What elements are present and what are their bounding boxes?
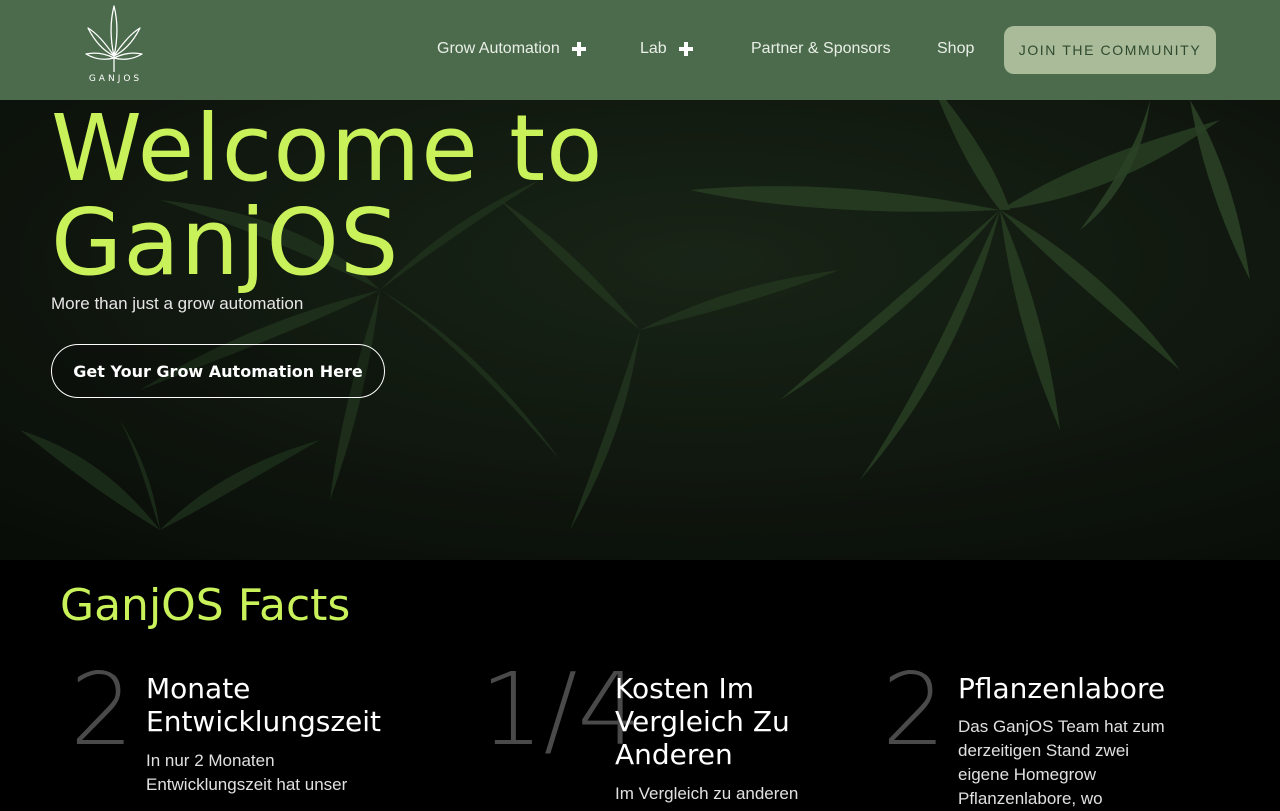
fact-text-line: eigene Homegrow [958, 765, 1096, 784]
fact-number: 2 [882, 651, 946, 768]
logo-wordmark: GANJOS [88, 74, 143, 84]
plus-icon[interactable] [571, 42, 586, 56]
hero-title: Welcome to GanjOS [51, 102, 603, 290]
hero-title-line2: GanjOS [51, 189, 400, 296]
fact-heading-line: Monate [146, 672, 251, 705]
join-community-button[interactable]: JOIN THE COMMUNITY [1004, 26, 1216, 74]
fact-text: Das GanjOS Team hat zum derzeitigen Stan… [958, 715, 1165, 811]
fact-heading: Pflanzenlabore [958, 672, 1165, 705]
fact-text-line: In nur 2 Monaten [146, 751, 275, 770]
nav-label: Grow Automation [437, 40, 560, 57]
fact-text-line: derzeitigen Stand zwei [958, 741, 1130, 760]
fact-heading-line: Vergleich Zu [615, 705, 790, 738]
cannabis-leaf-icon [85, 5, 143, 72]
fact-text-line: Pflanzenlabore, wo [958, 789, 1103, 808]
nav-item-shop[interactable]: Shop [937, 38, 974, 60]
fact-heading-line: Pflanzenlabore [958, 672, 1166, 705]
fact-heading: Kosten Im Vergleich Zu Anderen [615, 672, 790, 771]
nav-label: Partner & Sponsors [751, 40, 891, 57]
nav-label: Lab [640, 40, 667, 57]
site-header: GANJOS Grow Automation Lab Partner & Spo… [0, 0, 1280, 100]
fact-text: Im Vergleich zu anderen [615, 782, 798, 806]
fact-text: In nur 2 Monaten Entwicklungszeit hat un… [146, 749, 347, 797]
fact-text-line: Im Vergleich zu anderen [615, 784, 799, 803]
fact-heading-line: Kosten Im [615, 672, 755, 705]
hero-title-line1: Welcome to [51, 100, 604, 202]
nav-label: Shop [937, 40, 975, 57]
fact-heading-line: Entwicklungszeit [146, 705, 382, 738]
facts-section-title: GanjOS Facts [60, 580, 351, 631]
fact-number: 2 [70, 651, 134, 768]
get-grow-automation-button[interactable]: Get Your Grow Automation Here [51, 344, 385, 398]
hero-subtitle: More than just a grow automation [51, 294, 304, 313]
ganjos-logo[interactable]: GANJOS [82, 4, 146, 90]
hero-section: Welcome to GanjOS More than just a grow … [0, 100, 1280, 560]
nav-item-lab[interactable]: Lab [640, 38, 693, 60]
plus-icon[interactable] [678, 42, 693, 56]
fact-heading-line: Anderen [615, 738, 733, 771]
fact-text-line: Entwicklungszeit hat unser [146, 775, 348, 794]
fact-heading: Monate Entwicklungszeit [146, 672, 381, 738]
nav-item-partner-sponsors[interactable]: Partner & Sponsors [751, 38, 891, 60]
nav-item-grow-automation[interactable]: Grow Automation [437, 38, 586, 60]
fact-text-line: Das GanjOS Team hat zum [958, 717, 1165, 736]
